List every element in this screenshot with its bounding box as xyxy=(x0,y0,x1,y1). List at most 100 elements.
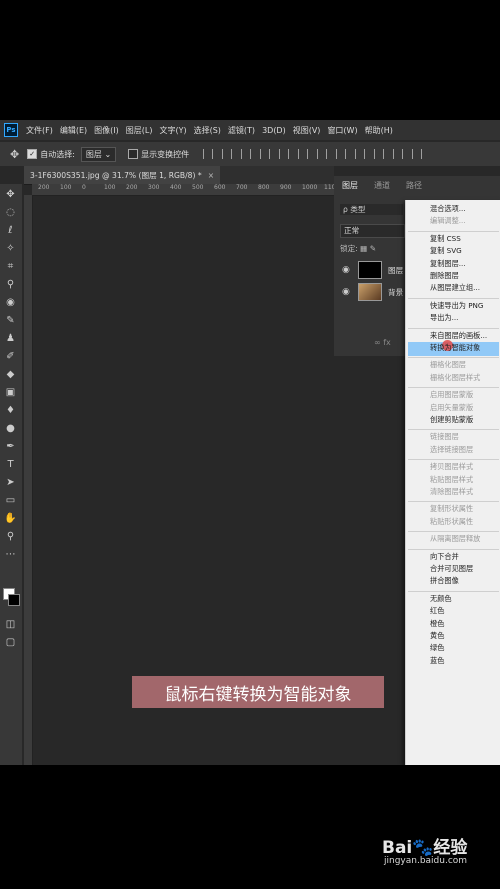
align-top-icon[interactable] xyxy=(260,149,271,159)
zoom-tool-icon[interactable]: ⚲ xyxy=(3,530,18,544)
convert-to-smart-object-item[interactable]: 转换为智能对象 xyxy=(430,343,480,353)
menu-item[interactable]: 窗口(W) xyxy=(327,125,357,136)
eye-icon[interactable]: ◉ xyxy=(342,287,350,297)
stamp-tool-icon[interactable]: ♟ xyxy=(3,332,18,346)
context-menu-item[interactable]: 向下合并 xyxy=(430,552,459,562)
distribute-center-icon[interactable] xyxy=(393,149,404,159)
context-menu-item[interactable]: 删除图层 xyxy=(430,271,459,281)
menu-item[interactable]: 选择(S) xyxy=(194,125,221,136)
context-menu-item[interactable]: 黄色 xyxy=(430,631,444,641)
context-menu-item[interactable]: 复制图层... xyxy=(430,259,466,269)
lasso-tool-icon[interactable]: ℓ xyxy=(3,224,18,238)
move-tool-icon[interactable]: ✥ xyxy=(10,148,19,161)
context-menu-item[interactable]: 橙色 xyxy=(430,619,444,629)
context-menu-item[interactable]: 来自图层的画板... xyxy=(430,331,487,341)
tools-panel: ✥ ◌ ℓ ✧ ⌗ ⚲ ◉ ✎ ♟ ✐ ◆ ▣ ♦ ● ✒ T ➤ ▭ ✋ ⚲ … xyxy=(0,184,22,765)
align-center-icon[interactable] xyxy=(222,149,233,159)
marquee-tool-icon[interactable]: ◌ xyxy=(3,206,18,220)
panel-footer-icons[interactable]: ∞ fx xyxy=(374,338,391,347)
document-tab[interactable]: 3-1F6300S351.jpg @ 31.7% (图层 1, RGB/8) *… xyxy=(24,166,221,184)
context-menu-item[interactable]: 无颜色 xyxy=(430,594,452,604)
menu-item[interactable]: 图像(I) xyxy=(94,125,119,136)
eye-icon[interactable]: ◉ xyxy=(342,265,350,275)
close-tab-icon[interactable]: × xyxy=(208,171,214,180)
history-brush-icon[interactable]: ✐ xyxy=(3,350,18,364)
quick-mask-icon[interactable]: ◫ xyxy=(3,618,18,632)
menu-item[interactable]: 图层(L) xyxy=(126,125,153,136)
menu-item[interactable]: 文件(F) xyxy=(26,125,53,136)
move-tool-icon[interactable]: ✥ xyxy=(3,188,18,202)
menu-item[interactable]: 编辑(E) xyxy=(60,125,87,136)
context-menu-item[interactable]: 绿色 xyxy=(430,643,444,653)
context-menu-item[interactable]: 快速导出为 PNG xyxy=(430,301,484,311)
ruler-tick-label: 800 xyxy=(258,184,270,191)
context-menu-item: 链接图层 xyxy=(430,432,459,442)
path-select-icon[interactable]: ➤ xyxy=(3,476,18,490)
brush-tool-icon[interactable]: ✎ xyxy=(3,314,18,328)
context-menu-item: 启用图层蒙版 xyxy=(430,390,474,400)
distribute-left-icon[interactable] xyxy=(374,149,385,159)
tab-layers[interactable]: 图层 xyxy=(342,180,358,191)
eraser-tool-icon[interactable]: ◆ xyxy=(3,368,18,382)
context-menu-item[interactable]: 合并可见图层 xyxy=(430,564,473,574)
hand-tool-icon[interactable]: ✋ xyxy=(3,512,18,526)
auto-select-target-dropdown[interactable]: 图层 ⌄ xyxy=(80,146,117,162)
context-menu-item[interactable]: 复制 CSS xyxy=(430,234,461,244)
context-menu-item[interactable]: 蓝色 xyxy=(430,656,444,666)
vertical-ruler xyxy=(24,195,33,765)
menu-item[interactable]: 文字(Y) xyxy=(159,125,186,136)
eyedropper-tool-icon[interactable]: ⚲ xyxy=(3,278,18,292)
background-color-swatch[interactable] xyxy=(8,594,20,606)
align-middle-icon[interactable] xyxy=(279,149,290,159)
crop-tool-icon[interactable]: ⌗ xyxy=(3,260,18,274)
layer-filter-kind[interactable]: ρ 类型 xyxy=(340,204,403,215)
rectangle-tool-icon[interactable]: ▭ xyxy=(3,494,18,508)
lock-paint-icon[interactable]: ✎ xyxy=(370,244,376,253)
menu-separator xyxy=(408,429,499,431)
tab-paths[interactable]: 路径 xyxy=(406,180,422,191)
distribute-middle-icon[interactable] xyxy=(336,149,347,159)
align-bottom-icon[interactable] xyxy=(298,149,309,159)
context-menu-item[interactable]: 从图层建立组... xyxy=(430,283,480,293)
more-tools-icon[interactable]: ⋯ xyxy=(3,548,18,562)
dodge-tool-icon[interactable]: ● xyxy=(3,422,18,436)
blend-mode-dropdown[interactable]: 正常 xyxy=(340,224,405,238)
context-menu-item[interactable]: 拼合图像 xyxy=(430,576,459,586)
menu-separator xyxy=(408,297,499,299)
context-menu-item[interactable]: 混合选项... xyxy=(430,204,466,214)
healing-brush-icon[interactable]: ◉ xyxy=(3,296,18,310)
blur-tool-icon[interactable]: ♦ xyxy=(3,404,18,418)
align-right-icon[interactable] xyxy=(241,149,252,159)
show-transform-checkbox[interactable] xyxy=(128,149,139,159)
watermark-url: jingyan.baidu.com xyxy=(384,856,468,866)
align-left-icon[interactable] xyxy=(203,149,214,159)
context-menu-item: 栅格化图层 xyxy=(430,360,466,370)
distribute-right-icon[interactable] xyxy=(412,149,423,159)
context-menu-item[interactable]: 红色 xyxy=(430,606,444,616)
type-tool-icon[interactable]: T xyxy=(3,458,18,472)
tab-channels[interactable]: 通道 xyxy=(374,180,390,191)
screen-mode-icon[interactable]: ▢ xyxy=(3,636,18,650)
gradient-tool-icon[interactable]: ▣ xyxy=(3,386,18,400)
distribute-top-icon[interactable] xyxy=(317,149,328,159)
auto-select-checkbox[interactable]: ✓ xyxy=(27,149,38,159)
context-menu-item[interactable]: 复制 SVG xyxy=(430,246,462,256)
magic-wand-tool-icon[interactable]: ✧ xyxy=(3,242,18,256)
menu-item[interactable]: 视图(V) xyxy=(293,125,321,136)
layer-name: 图层 xyxy=(388,266,404,275)
menu-item[interactable]: 滤镜(T) xyxy=(228,125,255,136)
distribute-bottom-icon[interactable] xyxy=(355,149,366,159)
context-menu-item: 粘贴图层样式 xyxy=(430,474,474,484)
menu-separator xyxy=(408,327,499,329)
context-menu-item[interactable]: 创建剪贴蒙版 xyxy=(430,415,473,425)
context-menu-item[interactable]: 导出为... xyxy=(430,313,458,323)
lock-transparent-icon[interactable]: ▦ xyxy=(360,244,367,253)
menu-separator xyxy=(408,230,499,232)
ruler-tick-label: 0 xyxy=(82,184,86,191)
menu-item[interactable]: 帮助(H) xyxy=(365,125,393,136)
menu-separator xyxy=(408,459,499,461)
document-tab-title: 3-1F6300S351.jpg @ 31.7% (图层 1, RGB/8) * xyxy=(30,170,202,180)
pen-tool-icon[interactable]: ✒ xyxy=(3,440,18,454)
menu-item[interactable]: 3D(D) xyxy=(262,126,286,135)
menu-separator xyxy=(408,357,499,359)
